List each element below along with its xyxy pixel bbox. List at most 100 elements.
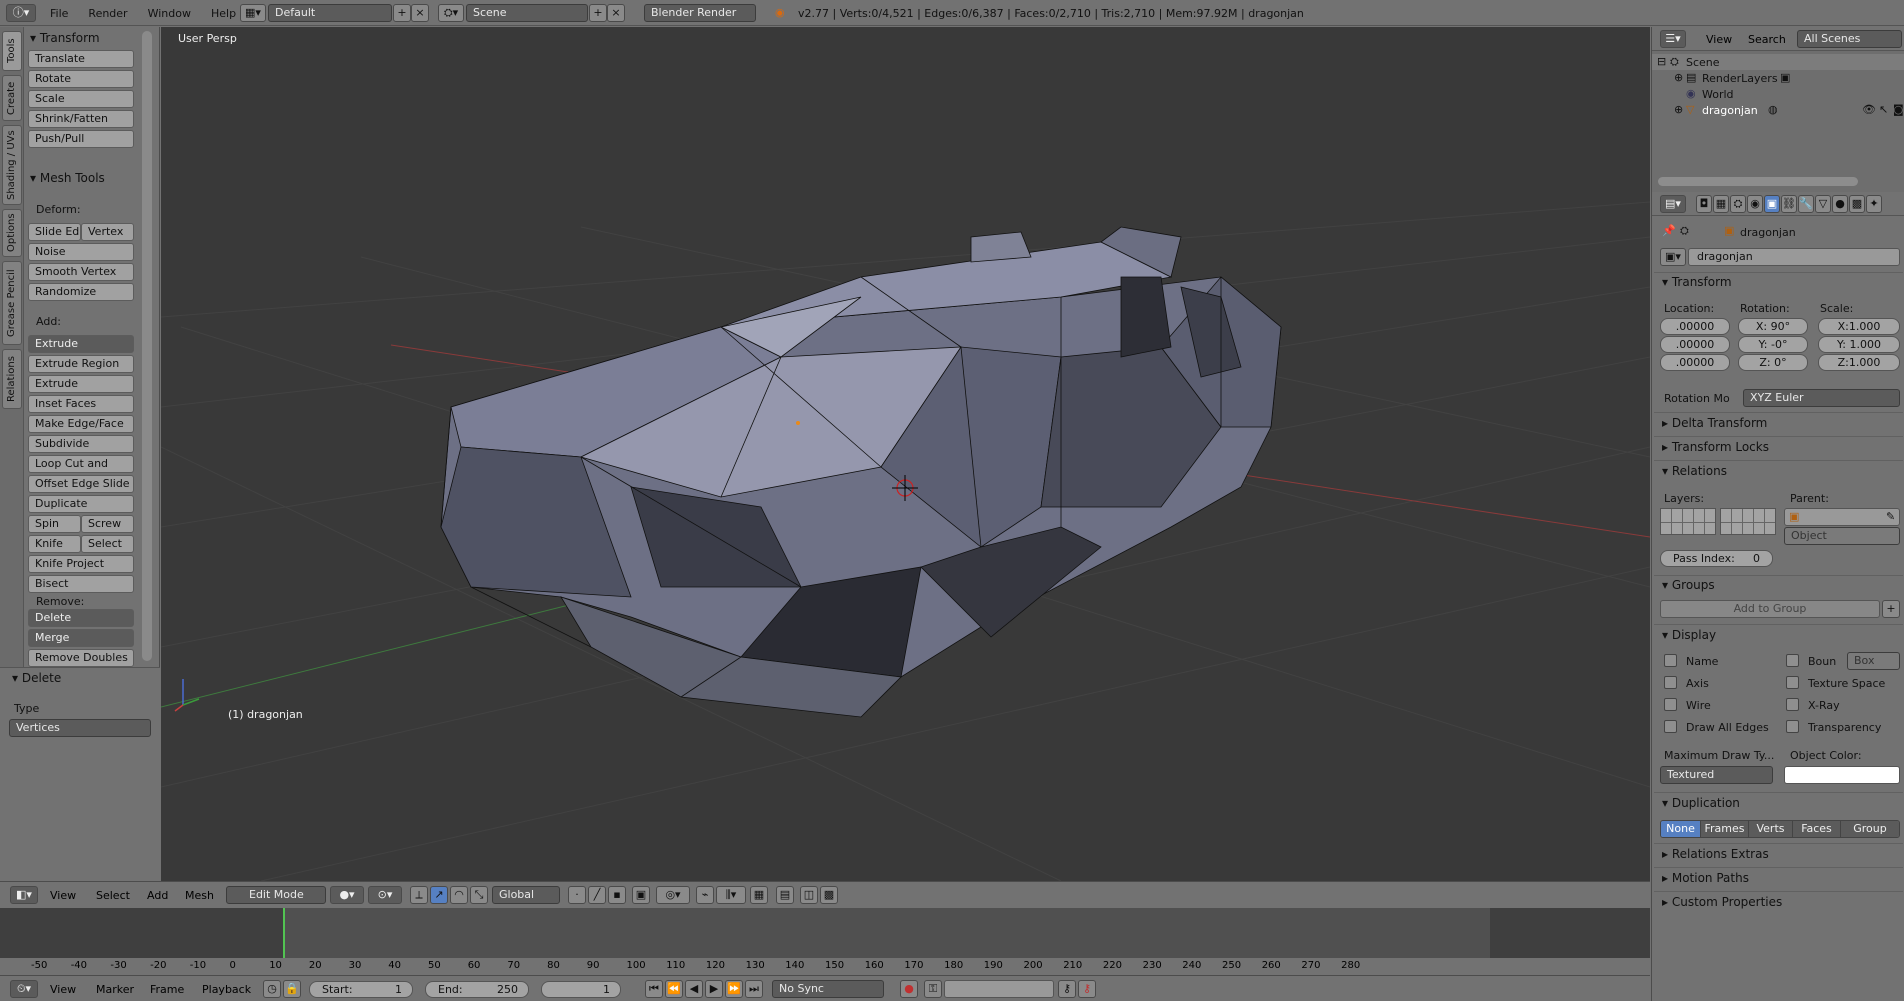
outliner-scrollbar[interactable] xyxy=(1658,177,1858,186)
editor-type-properties-icon[interactable]: ▤▾ xyxy=(1660,195,1686,213)
timeline[interactable]: -50 -40 -30 -20 -10 0 10 20 30 40 50 60 70 80 90 100 110… xyxy=(0,908,1650,975)
add-scene-icon[interactable]: + xyxy=(589,4,607,22)
remove-layout-icon[interactable]: × xyxy=(411,4,429,22)
subdivide-button[interactable]: Subdivide xyxy=(28,435,134,453)
show-name-checkbox[interactable] xyxy=(1664,654,1677,667)
visibility-eye-icon[interactable]: 👁 xyxy=(1862,103,1876,116)
timeline-view-menu[interactable]: View xyxy=(50,983,76,996)
outliner-row-renderlayers[interactable]: ⊕ ▤ RenderLayers ▣ xyxy=(1652,70,1904,86)
insert-keyframe-icon[interactable]: ⚷ xyxy=(1058,980,1076,998)
lock-range-icon[interactable]: 🔒 xyxy=(283,980,301,998)
render-layers-tab-icon[interactable]: ▦ xyxy=(1713,195,1729,213)
location-y-field[interactable]: .00000 xyxy=(1660,336,1730,353)
jump-keyframe-back-icon[interactable]: ⏪ xyxy=(665,980,683,998)
menu-window[interactable]: Window xyxy=(138,7,201,20)
knife-select-button[interactable]: Select xyxy=(81,535,134,553)
render-tab-icon[interactable]: ◘ xyxy=(1696,195,1712,213)
frame-menu[interactable]: Frame xyxy=(150,983,184,996)
outliner-row-scene[interactable]: ⊟ ⛭ Scene xyxy=(1652,54,1904,70)
parent-type-select[interactable]: Object xyxy=(1784,527,1900,545)
render-engine-select[interactable]: Blender Render xyxy=(644,4,756,22)
relations-header[interactable]: ▾ Relations xyxy=(1662,464,1727,478)
object-tab-icon[interactable]: ▣ xyxy=(1764,195,1780,213)
remove-scene-icon[interactable]: × xyxy=(607,4,625,22)
duplicate-button[interactable]: Duplicate xyxy=(28,495,134,513)
location-x-field[interactable]: .00000 xyxy=(1660,318,1730,335)
add-menu[interactable]: Add xyxy=(147,889,168,902)
dup-none-button[interactable]: None xyxy=(1661,821,1701,837)
display-mode-select[interactable]: All Scenes xyxy=(1797,30,1902,48)
current-frame-marker[interactable] xyxy=(283,908,285,958)
selectable-cursor-icon[interactable]: ↖ xyxy=(1879,103,1888,116)
view-menu[interactable]: View xyxy=(50,889,76,902)
occlude-geometry-icon[interactable]: ▣ xyxy=(632,886,650,904)
dup-group-button[interactable]: Group xyxy=(1841,821,1899,837)
renderable-camera-icon[interactable]: ◙ xyxy=(1893,103,1904,116)
slide-edge-button[interactable]: Slide Ed xyxy=(28,223,81,241)
data-tab-icon[interactable]: ▽ xyxy=(1815,195,1831,213)
add-layout-icon[interactable]: + xyxy=(393,4,411,22)
layout-field[interactable]: Default xyxy=(268,4,392,22)
marker-menu[interactable]: Marker xyxy=(96,983,134,996)
screw-button[interactable]: Screw xyxy=(81,515,134,533)
viewport-shading-icon[interactable]: ●▾ xyxy=(330,886,364,904)
current-frame-field[interactable]: 1 xyxy=(541,981,621,998)
scene-field[interactable]: Scene xyxy=(466,4,588,22)
render-preview-icon[interactable]: ▤ xyxy=(776,886,794,904)
opengl-animation-icon[interactable]: ▩ xyxy=(820,886,838,904)
select-menu[interactable]: Select xyxy=(96,889,130,902)
max-draw-type-select[interactable]: Textured xyxy=(1660,766,1773,784)
end-frame-field[interactable]: End: 250 xyxy=(425,981,529,998)
material-tab-icon[interactable]: ● xyxy=(1832,195,1848,213)
texture-tab-icon[interactable]: ▩ xyxy=(1849,195,1865,213)
rotation-x-field[interactable]: X: 90° xyxy=(1738,318,1808,335)
dup-faces-button[interactable]: Faces xyxy=(1793,821,1841,837)
make-edge-face-button[interactable]: Make Edge/Face xyxy=(28,415,134,433)
object-color-swatch[interactable] xyxy=(1784,766,1900,784)
object-browse-icon[interactable]: ▣▾ xyxy=(1660,248,1686,266)
smooth-vertex-button[interactable]: Smooth Vertex xyxy=(28,263,134,281)
pivot-point-icon[interactable]: ⊙▾ xyxy=(368,886,402,904)
opengl-render-icon[interactable]: ◫ xyxy=(800,886,818,904)
transform-panel-header[interactable]: ▾ Transform xyxy=(30,31,100,45)
transform-orientation-select[interactable]: Global xyxy=(492,886,560,904)
add-group-icon[interactable]: + xyxy=(1882,600,1900,618)
object-name-field[interactable]: dragonjan xyxy=(1688,248,1900,266)
rotate-button[interactable]: Rotate xyxy=(28,70,134,88)
menu-render[interactable]: Render xyxy=(78,7,137,20)
modifiers-tab-icon[interactable]: 🔧 xyxy=(1798,195,1814,213)
display-header[interactable]: ▾ Display xyxy=(1662,628,1716,642)
layers-icon[interactable]: ▦ xyxy=(750,886,768,904)
translate-manipulator-icon[interactable]: ↗ xyxy=(430,886,448,904)
edge-select-icon[interactable]: ╱ xyxy=(588,886,606,904)
transparency-checkbox[interactable] xyxy=(1786,720,1799,733)
expand-icon[interactable]: ⊕ xyxy=(1674,103,1683,116)
relations-extras-header[interactable]: ▸ Relations Extras xyxy=(1662,847,1769,861)
eyedropper-icon[interactable]: ✎ xyxy=(1886,510,1895,523)
preview-range-icon[interactable]: ◷ xyxy=(263,980,281,998)
pass-index-field[interactable]: Pass Index: 0 xyxy=(1660,550,1773,567)
keying-set-icon[interactable]: ⚿ xyxy=(924,980,942,998)
delete-menu[interactable]: Delete xyxy=(28,609,134,627)
rotate-manipulator-icon[interactable]: ◠ xyxy=(450,886,468,904)
screen-layout-icon[interactable]: ▦▾ xyxy=(240,4,266,22)
parent-field[interactable] xyxy=(1784,508,1900,526)
scale-x-field[interactable]: X:1.000 xyxy=(1818,318,1900,335)
outliner-view-menu[interactable]: View xyxy=(1706,33,1732,46)
scene-tab-icon[interactable]: ⛭ xyxy=(1730,195,1746,213)
sync-mode-select[interactable]: No Sync xyxy=(772,980,884,998)
outliner-row-world[interactable]: ◉ World xyxy=(1652,86,1904,102)
menu-file[interactable]: File xyxy=(40,7,78,20)
knife-button[interactable]: Knife xyxy=(28,535,81,553)
bisect-button[interactable]: Bisect xyxy=(28,575,134,593)
snap-toggle-icon[interactable]: ⌁ xyxy=(696,886,714,904)
show-axis-checkbox[interactable] xyxy=(1664,676,1677,689)
rotation-mode-select[interactable]: XYZ Euler xyxy=(1743,389,1900,407)
rotation-y-field[interactable]: Y: -0° xyxy=(1738,336,1808,353)
layers-grid-right[interactable] xyxy=(1720,508,1776,535)
scale-button[interactable]: Scale xyxy=(28,90,134,108)
custom-properties-header[interactable]: ▸ Custom Properties xyxy=(1662,895,1782,909)
push-pull-button[interactable]: Push/Pull xyxy=(28,130,134,148)
outliner-row-dragonjan[interactable]: ⊕ ▽ dragonjan ◍ 👁 ↖ ◙ xyxy=(1652,102,1904,118)
spin-button[interactable]: Spin xyxy=(28,515,81,533)
